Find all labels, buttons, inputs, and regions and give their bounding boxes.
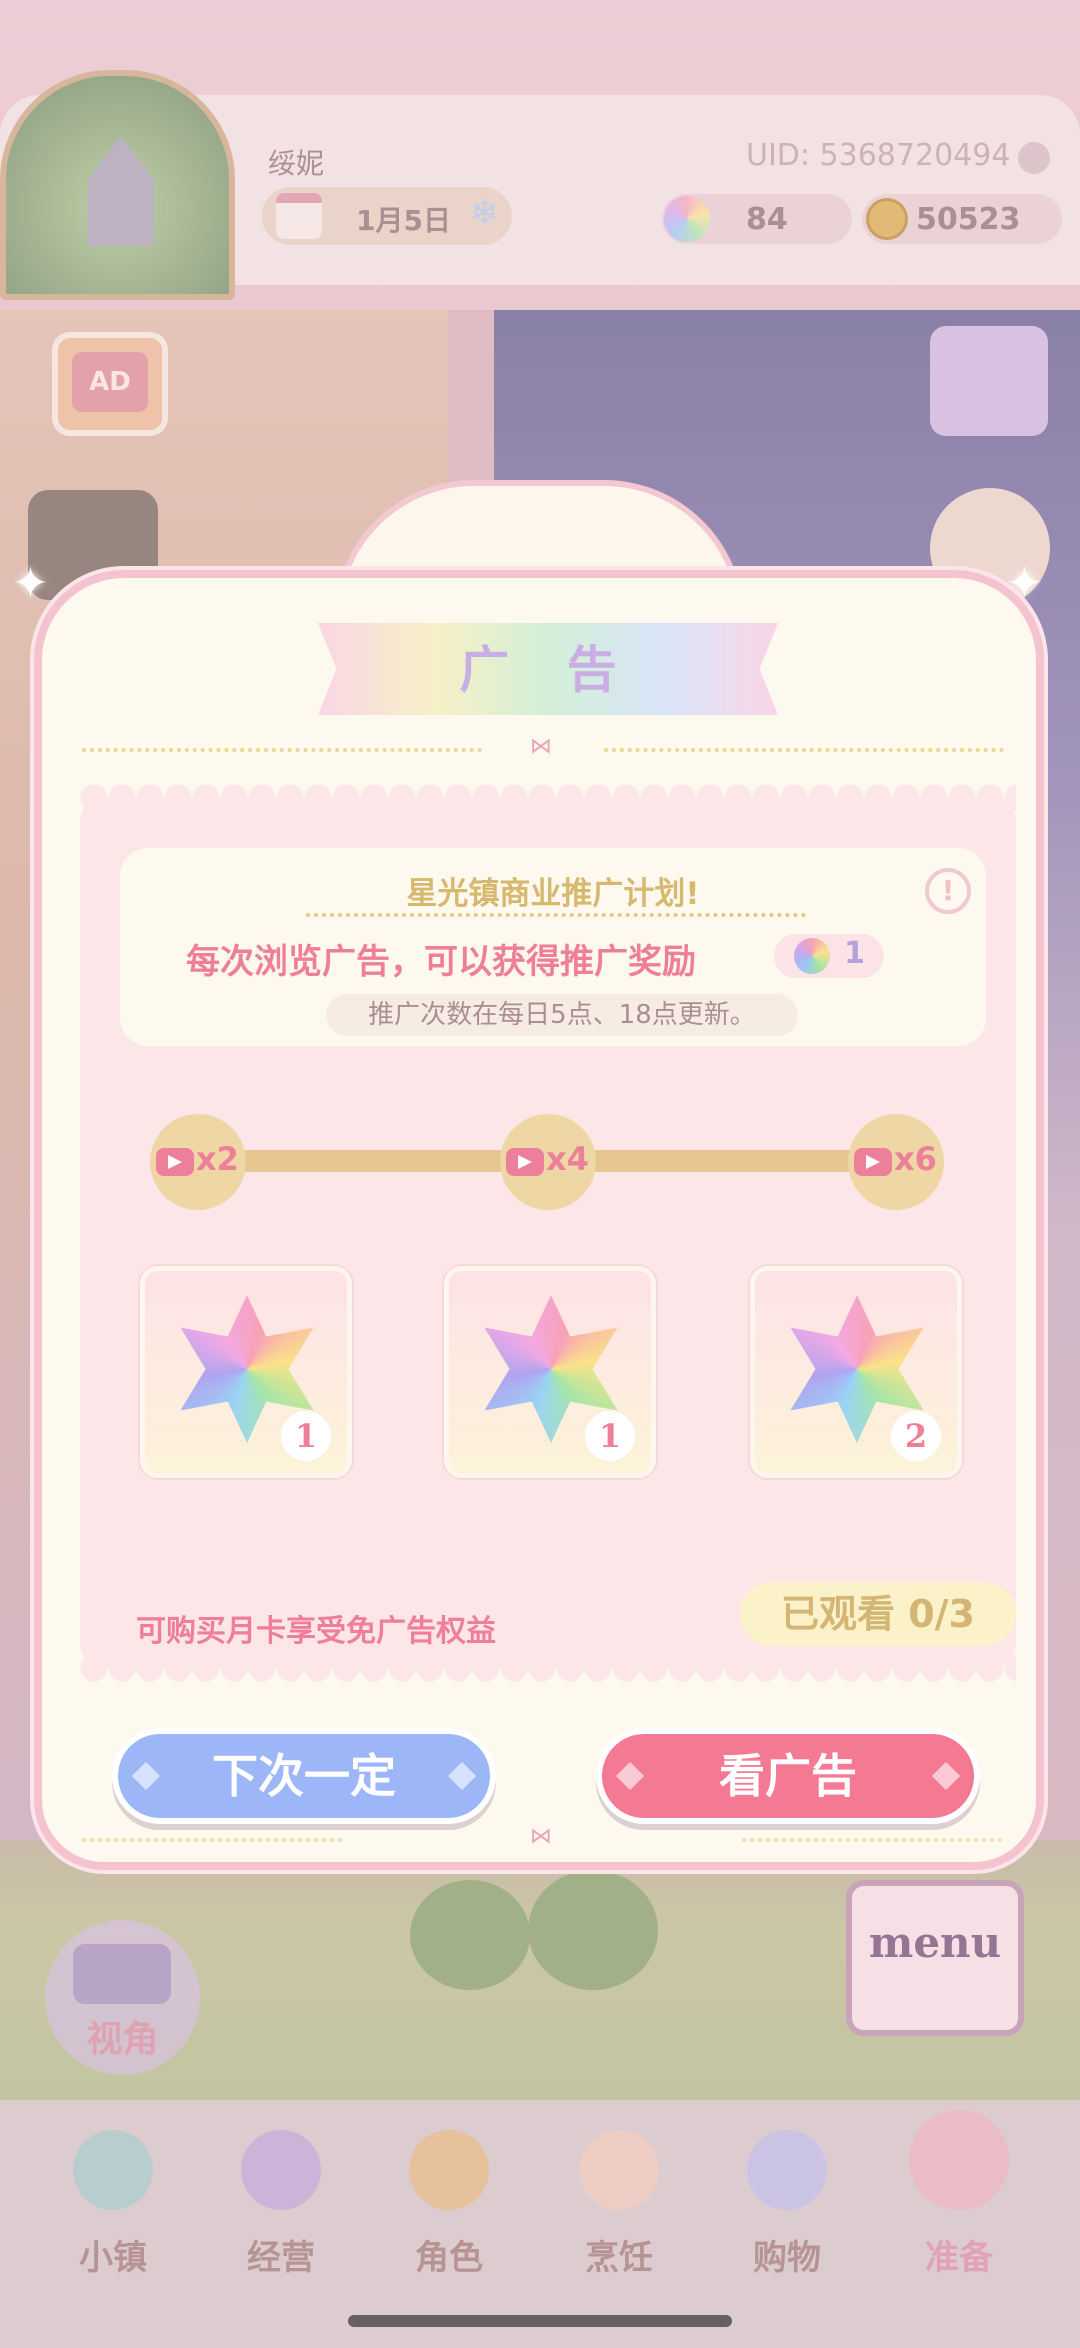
content-panel: 星光镇商业推广计划! ! 每次浏览广告，可以获得推广奖励 1 推广次数在每日5点… (80, 784, 1016, 1682)
bow-icon: ⋈ (530, 734, 552, 759)
dialog-body: ✦ ✦ 广 告 ⋈ 星光镇商业推广计划! ! 每次浏览广告，可以获得推广奖励 1… (12, 558, 1044, 1870)
dialog-title: 广 告 (459, 641, 637, 699)
later-button-label: 下次一定 (212, 1749, 396, 1803)
diamond-decoration (447, 1761, 477, 1791)
milestone-1: x2 (150, 1114, 246, 1210)
ad-dialog: ✦ ✦ 广 告 ⋈ 星光镇商业推广计划! ! 每次浏览广告，可以获得推广奖励 1… (12, 480, 1044, 1870)
divider (82, 1838, 342, 1842)
sparkle-icon: ✦ (12, 558, 49, 609)
milestone-2: x4 (500, 1114, 596, 1210)
bow-icon: ⋈ (530, 1824, 552, 1849)
divider (82, 748, 482, 752)
rainbow-gem-icon (794, 938, 830, 974)
reward-slot-2[interactable]: 1 (444, 1266, 656, 1478)
sparkle-icon: ✦ (1006, 558, 1043, 609)
milestone-label: x6 (894, 1140, 937, 1178)
diamond-decoration (131, 1761, 161, 1791)
reward-slot-1[interactable]: 1 (140, 1266, 352, 1478)
milestone-label: x4 (546, 1140, 589, 1178)
divider (742, 1838, 1002, 1842)
watched-counter: 已观看 0/3 (740, 1582, 1016, 1646)
milestone-label: x2 (196, 1140, 239, 1178)
watch-ad-button[interactable]: 看广告 (596, 1728, 980, 1824)
play-tv-icon (156, 1148, 194, 1176)
play-tv-icon (506, 1148, 544, 1176)
refresh-note: 推广次数在每日5点、18点更新。 (326, 994, 798, 1036)
reward-per-ad: 1 (844, 936, 865, 971)
reward-chip: 1 (774, 934, 884, 978)
divider (306, 913, 806, 917)
reward-count: 1 (281, 1411, 331, 1461)
divider (604, 748, 1004, 752)
reward-count: 2 (891, 1411, 941, 1461)
watch-ad-button-label: 看广告 (719, 1749, 857, 1803)
milestone-3: x6 (848, 1114, 944, 1210)
info-card: 星光镇商业推广计划! ! 每次浏览广告，可以获得推广奖励 1 推广次数在每日5点… (120, 848, 986, 1046)
reward-slot-3[interactable]: 2 (750, 1266, 962, 1478)
monthly-card-note[interactable]: 可购买月卡享受免广告权益 (136, 1606, 496, 1650)
diamond-decoration (931, 1761, 961, 1791)
info-alert-icon[interactable]: ! (925, 868, 971, 914)
diamond-decoration (615, 1761, 645, 1791)
reward-count: 1 (585, 1411, 635, 1461)
info-title: 星光镇商业推广计划! (406, 876, 700, 912)
later-button[interactable]: 下次一定 (112, 1728, 496, 1824)
play-tv-icon (854, 1148, 892, 1176)
info-main-text: 每次浏览广告，可以获得推广奖励 (186, 942, 696, 982)
